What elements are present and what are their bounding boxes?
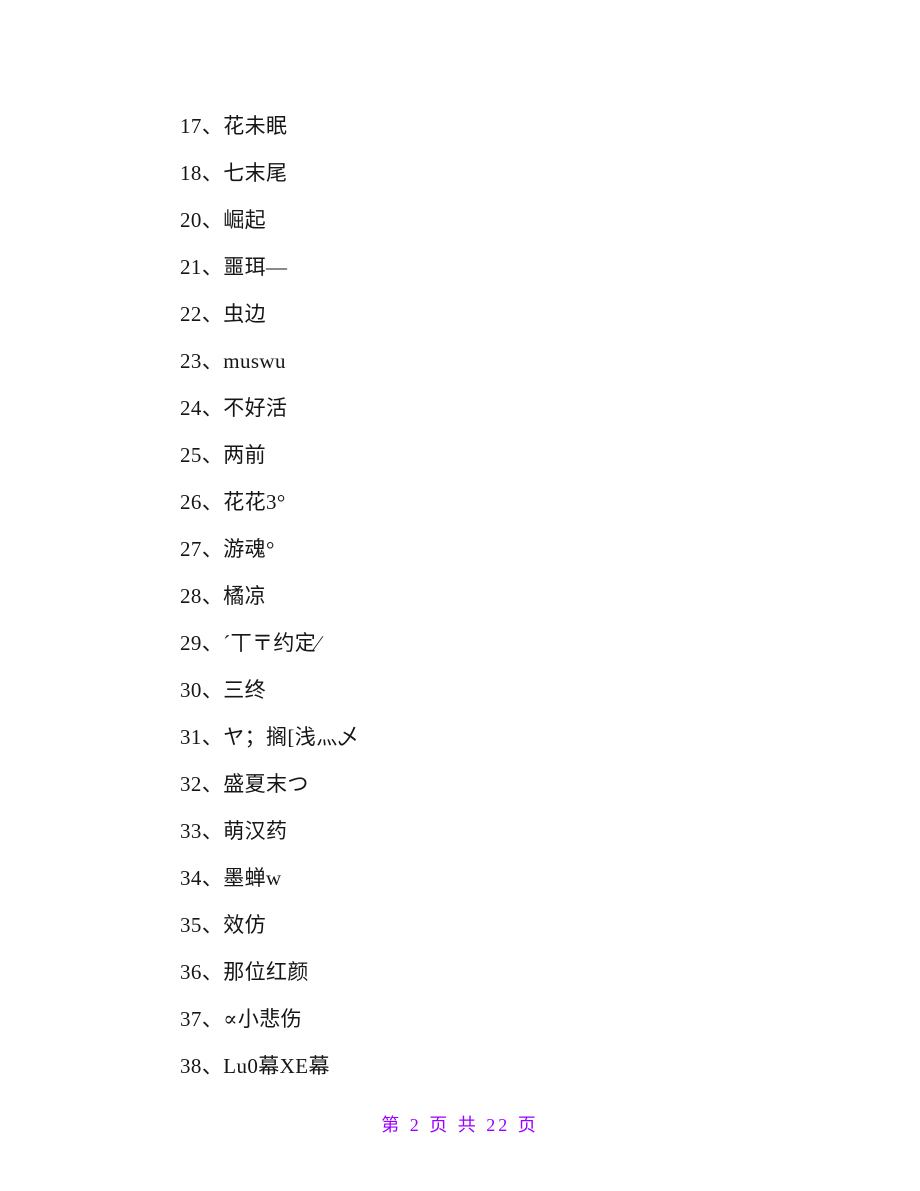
list-item: 23、muswu [180, 338, 860, 385]
list-item-text: 三终 [223, 678, 267, 702]
list-item-separator: 、 [201, 537, 224, 561]
list-item-separator: 、 [201, 302, 224, 326]
list-item-separator: 、 [201, 819, 224, 843]
list-item-text: 七末尾 [223, 161, 288, 185]
list-item: 28、橘凉 [180, 573, 860, 620]
document-page: 17、花未眠 18、七末尾 20、崛起 21、噩珥— 22、虫边 23、muswu 24、不… [0, 0, 920, 1191]
list-item-number: 37 [180, 1007, 202, 1031]
list-item: 31、ヤ；搁[浅灬乄 [180, 714, 860, 761]
list-item: 30、三终 [180, 667, 860, 714]
list-item-text: Lu0幕XE幕 [223, 1054, 330, 1078]
list-item-text: 效仿 [223, 913, 267, 937]
list-item-number: 33 [180, 819, 202, 843]
list-item-text: 崛起 [223, 208, 267, 232]
list-item-number: 29 [180, 631, 202, 655]
list-item-number: 36 [180, 960, 202, 984]
list-item-text: 那位红颜 [223, 960, 309, 984]
list-item-text: 两前 [223, 443, 267, 467]
list-item: 37、∝小悲伤 [180, 996, 860, 1043]
list-item-number: 27 [180, 537, 202, 561]
list-item-number: 30 [180, 678, 202, 702]
list-item-separator: 、 [201, 1054, 224, 1078]
list-item-separator: 、 [201, 349, 224, 373]
list-item: 21、噩珥— [180, 244, 860, 291]
list-item: 32、盛夏末つ [180, 761, 860, 808]
list-item-text: 花花3° [223, 490, 286, 514]
list-item-text: ∝小悲伤 [223, 1007, 303, 1031]
list-item-text: 萌汉药 [223, 819, 288, 843]
list-item-text: muswu [223, 349, 286, 373]
list-item: 25、两前 [180, 432, 860, 479]
list-item-separator: 、 [201, 584, 224, 608]
list-item-text: 虫边 [223, 302, 267, 326]
list-item-text: ヤ；搁[浅灬乄 [223, 725, 360, 749]
list-item-number: 38 [180, 1054, 202, 1078]
list-item: 20、崛起 [180, 197, 860, 244]
list-item-number: 24 [180, 396, 202, 420]
list-item-number: 35 [180, 913, 202, 937]
list-item: 18、七末尾 [180, 150, 860, 197]
list-item: 24、不好活 [180, 385, 860, 432]
list-item-number: 25 [180, 443, 202, 467]
list-item: 29、´丅〒约定∕ [180, 620, 860, 667]
list-item-number: 20 [180, 208, 202, 232]
list-item-separator: 、 [201, 631, 224, 655]
list-item: 33、萌汉药 [180, 808, 860, 855]
list-item-separator: 、 [201, 913, 224, 937]
list-item-text: 噩珥— [223, 255, 288, 279]
list-item-text: 不好活 [223, 396, 288, 420]
list-item: 22、虫边 [180, 291, 860, 338]
list-item-text: ´丅〒约定∕ [223, 631, 321, 655]
list-item-separator: 、 [201, 161, 224, 185]
list-item-text: 橘凉 [223, 584, 267, 608]
list-item-text: 游魂° [223, 537, 275, 561]
list-item-separator: 、 [201, 208, 224, 232]
list-item: 34、墨蝉w [180, 855, 860, 902]
list-item-separator: 、 [201, 866, 224, 890]
list-item: 38、Lu0幕XE幕 [180, 1043, 860, 1090]
list-item-text: 墨蝉w [223, 866, 282, 890]
page-footer: 第 2 页 共 22 页 [381, 1115, 539, 1135]
list-item: 26、花花3° [180, 479, 860, 526]
list-item-separator: 、 [201, 490, 224, 514]
list-item-number: 23 [180, 349, 202, 373]
list-item-text: 盛夏末つ [223, 772, 309, 796]
list-item-number: 32 [180, 772, 202, 796]
list-item-separator: 、 [201, 114, 224, 138]
nickname-list: 17、花未眠 18、七末尾 20、崛起 21、噩珥— 22、虫边 23、muswu 24、不… [180, 103, 860, 1090]
list-item-number: 34 [180, 866, 202, 890]
list-item: 36、那位红颜 [180, 949, 860, 996]
list-item-number: 18 [180, 161, 202, 185]
list-item-separator: 、 [201, 396, 224, 420]
list-item-separator: 、 [201, 772, 224, 796]
list-item-number: 28 [180, 584, 202, 608]
list-item-number: 26 [180, 490, 202, 514]
list-item-separator: 、 [201, 725, 224, 749]
list-item-number: 31 [180, 725, 202, 749]
list-item-separator: 、 [201, 678, 224, 702]
list-item-separator: 、 [201, 1007, 224, 1031]
list-item-number: 22 [180, 302, 202, 326]
list-item-separator: 、 [201, 443, 224, 467]
list-item-separator: 、 [201, 255, 224, 279]
list-item-text: 花未眠 [223, 114, 288, 138]
list-item: 27、游魂° [180, 526, 860, 573]
list-item: 35、效仿 [180, 902, 860, 949]
list-item-number: 17 [180, 114, 202, 138]
list-item: 17、花未眠 [180, 103, 860, 150]
list-item-number: 21 [180, 255, 202, 279]
list-item-separator: 、 [201, 960, 224, 984]
